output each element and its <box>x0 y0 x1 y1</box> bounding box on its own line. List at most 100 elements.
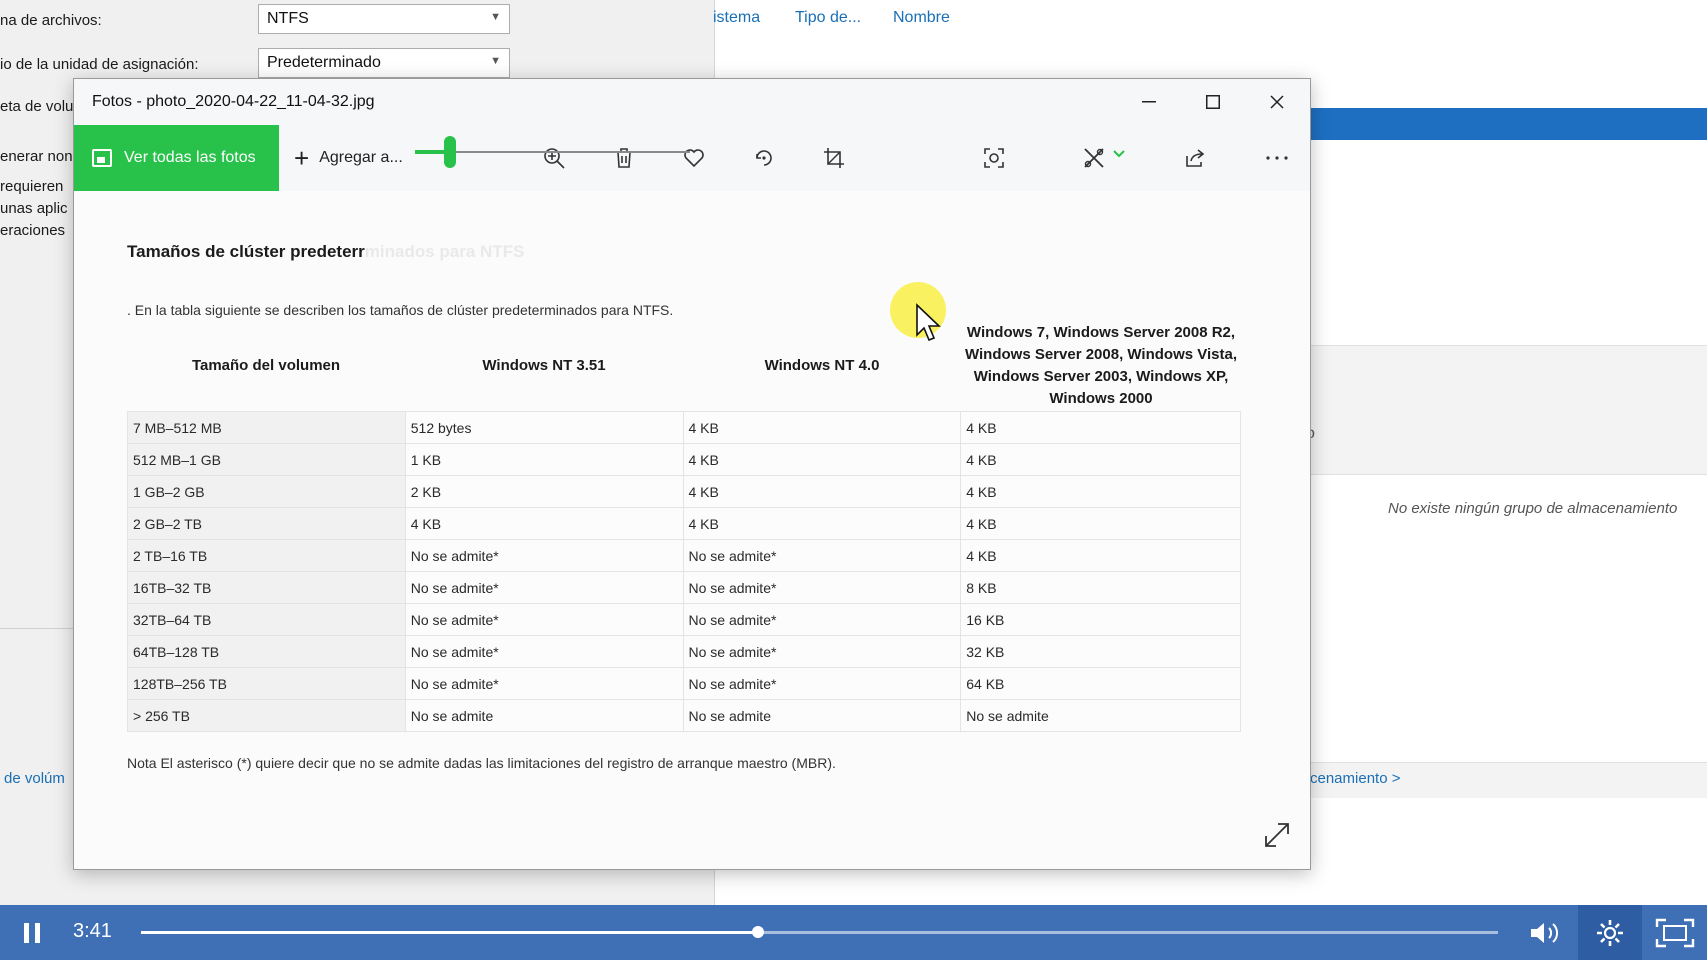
table-cell: No se admite* <box>404 667 684 700</box>
table-row: 1 GB–2 GB 2 KB 4 KB 4 KB <box>127 475 1241 508</box>
filesystem-select-value: NTFS <box>267 10 309 27</box>
delete-button[interactable] <box>609 143 639 173</box>
table-cell: 64 KB <box>960 667 1241 700</box>
pause-button[interactable] <box>18 919 46 947</box>
column-header-system[interactable]: istema <box>713 9 760 27</box>
table-cell: 32 KB <box>960 635 1241 668</box>
table-cell: 4 KB <box>682 475 962 508</box>
table-cell: 4 KB <box>960 475 1241 508</box>
document-heading-visible: Tamaños de clúster predeterr <box>127 242 365 261</box>
allocation-unit-label: io de la unidad de asignación: <box>0 56 199 73</box>
photo-icon <box>92 149 112 167</box>
allocation-unit-select-value: Predeterminado <box>267 54 381 71</box>
info-text-line1: requieren <box>0 178 64 195</box>
volume-button[interactable] <box>1528 918 1562 948</box>
table-cell: No se admite* <box>404 539 684 572</box>
rotate-icon <box>756 150 772 166</box>
more-icon <box>1266 156 1288 160</box>
table-cell: No se admite <box>682 699 962 732</box>
table-cell: 7 MB–512 MB <box>127 411 406 444</box>
expand-icon <box>1265 823 1289 847</box>
toolbar: Ver todas las fotos + Agregar a... <box>74 125 1310 191</box>
table-cell: 16TB–32 TB <box>127 571 406 604</box>
selected-row-band <box>1300 108 1707 140</box>
chevron-down-icon: ▼ <box>490 11 501 23</box>
table-cell: 2 GB–2 TB <box>127 507 406 540</box>
table-cell: No se admite <box>960 699 1241 732</box>
zoom-slider-thumb[interactable] <box>444 136 456 168</box>
visual-search-button[interactable] <box>979 143 1009 173</box>
plus-icon: + <box>294 142 310 173</box>
more-options-button[interactable] <box>1262 143 1292 173</box>
table-row: 7 MB–512 MB 512 bytes 4 KB 4 KB <box>127 411 1241 444</box>
table-row: 32TB–64 TB No se admite* No se admite* 16 K… <box>127 603 1241 636</box>
table-header-nt351: Windows NT 3.51 <box>482 357 606 374</box>
zoom-button[interactable] <box>539 143 569 173</box>
table-header-nt40: Windows NT 4.0 <box>764 357 880 374</box>
edit-create-button[interactable] <box>1074 143 1134 173</box>
video-player-controls: 3:41 <box>0 905 1707 960</box>
zoom-slider-track[interactable] <box>415 151 690 153</box>
screen: na de archivos: NTFS ▼ io de la unidad d… <box>0 0 1707 960</box>
table-row: 2 GB–2 TB 4 KB 4 KB 4 KB <box>127 507 1241 540</box>
table-cell: 4 KB <box>960 539 1241 572</box>
table-cell: No se admite* <box>682 635 962 668</box>
rotate-button[interactable] <box>749 143 779 173</box>
title-bar: Fotos - photo_2020-04-22_11-04-32.jpg <box>74 79 1310 125</box>
window-title: Fotos - photo_2020-04-22_11-04-32.jpg <box>92 93 375 110</box>
add-to-label: Agregar a... <box>319 149 403 166</box>
crop-button[interactable] <box>819 143 849 173</box>
table-cell: No se admite* <box>682 603 962 636</box>
fullscreen-button[interactable] <box>1643 905 1707 960</box>
table-cell: 16 KB <box>960 603 1241 636</box>
table-cell: 4 KB <box>682 507 962 540</box>
table-cell: 2 KB <box>404 475 684 508</box>
table-row: 2 TB–16 TB No se admite* No se admite* 4 KB <box>127 539 1241 572</box>
fullscreen-expand-button[interactable] <box>1262 820 1292 850</box>
heart-icon <box>684 149 704 168</box>
zoom-in-icon <box>544 148 565 169</box>
seek-bar-knob[interactable] <box>752 926 764 938</box>
allocation-unit-select[interactable]: Predeterminado ▼ <box>258 48 510 78</box>
info-text-line3: eraciones <box>0 222 66 239</box>
document-intro: . En la tabla siguiente se describen los… <box>127 302 674 318</box>
table-cell: No se admite* <box>404 571 684 604</box>
table-cell: 4 KB <box>960 411 1241 444</box>
share-button[interactable] <box>1180 143 1210 173</box>
storage-group-panel <box>1300 345 1707 475</box>
filesystem-select[interactable]: NTFS ▼ <box>258 4 510 34</box>
table-row: 128TB–256 TB No se admite* No se admite* 64… <box>127 667 1241 700</box>
table-cell: 1 GB–2 GB <box>127 475 406 508</box>
maximize-button[interactable] <box>1181 79 1245 125</box>
seek-bar-progress <box>141 931 758 934</box>
info-text-line2: unas aplic <box>0 200 68 217</box>
table-cell: 512 bytes <box>404 411 684 444</box>
close-button[interactable] <box>1245 79 1309 125</box>
see-all-photos-button[interactable]: Ver todas las fotos <box>74 125 279 191</box>
table-cell: 4 KB <box>682 411 962 444</box>
current-time: 3:41 <box>73 920 112 942</box>
storage-link[interactable]: cenamiento > <box>1310 770 1400 787</box>
table-cell: 1 KB <box>404 443 684 476</box>
cluster-size-table: 7 MB–512 MB 512 bytes 4 KB 4 KB 512 MB–1 GB 1… <box>127 411 1241 732</box>
minimize-button[interactable] <box>1117 79 1181 125</box>
table-cell: 2 TB–16 TB <box>127 539 406 572</box>
table-header-modern-windows: Windows 7, Windows Server 2008 R2, Windo… <box>964 324 1238 407</box>
share-icon <box>1186 149 1205 167</box>
table-cell: 4 KB <box>404 507 684 540</box>
table-cell: 32TB–64 TB <box>127 603 406 636</box>
settings-button[interactable] <box>1578 905 1642 960</box>
table-cell: No se admite* <box>682 539 962 572</box>
add-to-button[interactable]: + Agregar a... <box>294 125 403 191</box>
column-header-name[interactable]: Nombre <box>893 9 950 27</box>
table-row: 512 MB–1 GB 1 KB 4 KB 4 KB <box>127 443 1241 476</box>
table-cell: 512 MB–1 GB <box>127 443 406 476</box>
mouse-pointer-icon <box>916 303 941 342</box>
table-cell: 4 KB <box>960 507 1241 540</box>
volume-icon <box>1531 923 1559 943</box>
volumes-link[interactable]: de volúm <box>4 770 65 787</box>
table-cell: 128TB–256 TB <box>127 667 406 700</box>
column-header-type[interactable]: Tipo de... <box>795 9 861 27</box>
favorite-button[interactable] <box>679 143 709 173</box>
table-cell: No se admite* <box>404 603 684 636</box>
